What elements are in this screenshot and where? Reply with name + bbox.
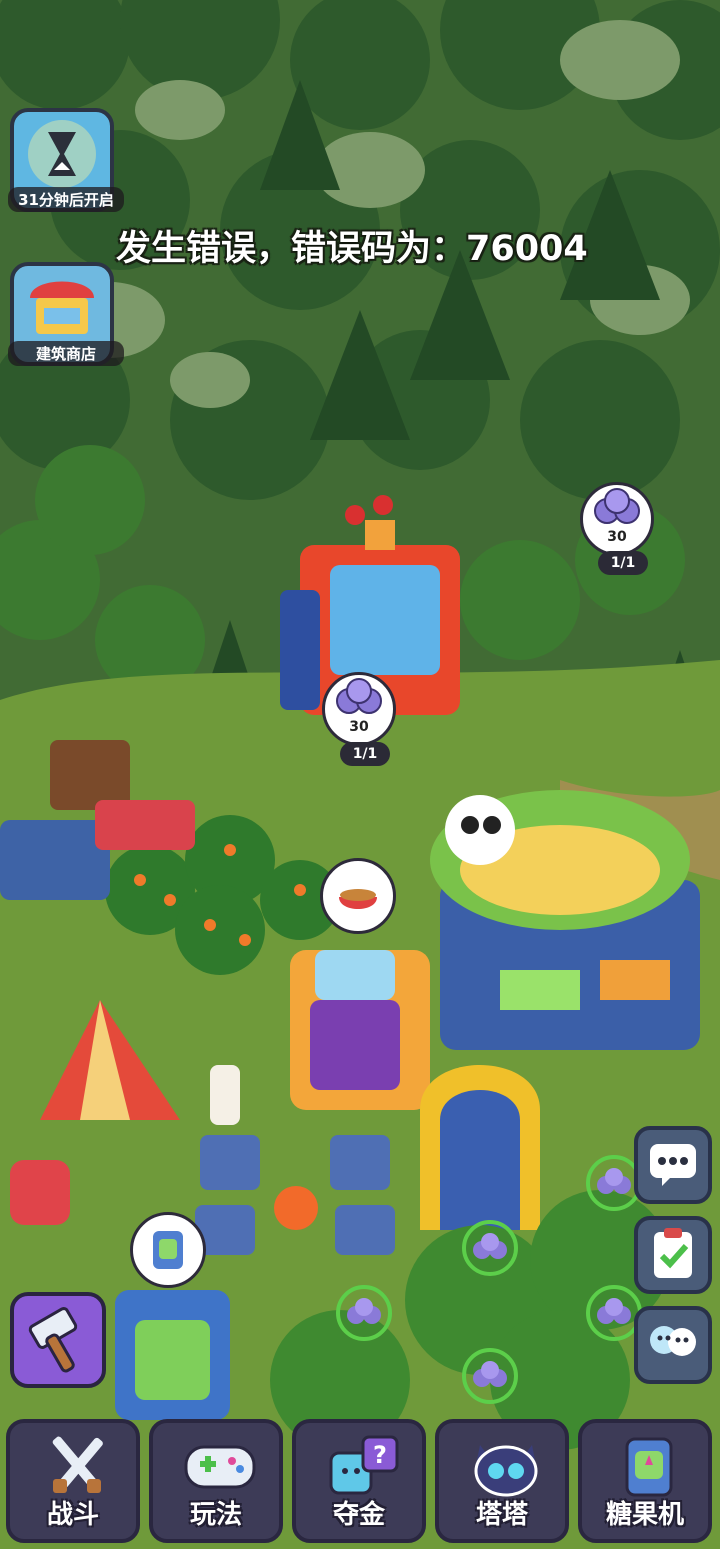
nav-gameplay[interactable]: 玩法 (149, 1419, 283, 1543)
bottom-nav: 战斗 玩法 ? 夺金 塔塔 糖果机 (0, 1413, 720, 1549)
resource-counter: 1/1 (598, 551, 648, 575)
svg-text:?: ? (373, 1441, 387, 1469)
orb-pickup-icon[interactable] (462, 1348, 518, 1404)
gamepad-icon (184, 1445, 256, 1489)
nav-gold-rush-label: 夺金 (332, 1500, 385, 1530)
orb-pickup-icon[interactable] (462, 1220, 518, 1276)
building-shop-label: 建筑商店 (8, 341, 124, 366)
candy-machine-bubble[interactable] (130, 1212, 206, 1288)
nav-gameplay-label: 玩法 (189, 1500, 242, 1530)
candy-machine-icon (153, 1231, 183, 1269)
candy-machine-icon (625, 1437, 673, 1497)
nav-battle[interactable]: 战斗 (6, 1419, 140, 1543)
resource-amount: 30 (607, 529, 627, 545)
friends-button[interactable] (634, 1306, 712, 1384)
chat-bubble-icon (650, 1144, 696, 1186)
resource-bubble[interactable]: 30 (322, 672, 396, 746)
crossed-swords-icon (52, 1436, 103, 1493)
error-message: 发生错误，错误码为：76004 (116, 229, 588, 269)
clipboard-check-icon (654, 1228, 692, 1278)
shop-stall-icon (30, 281, 94, 334)
nav-tata[interactable]: 塔塔 (435, 1419, 569, 1543)
mystery-box-icon: ? (329, 1435, 399, 1495)
purple-orbs-icon (594, 488, 640, 524)
resource-counter: 1/1 (340, 742, 390, 766)
cat-mascot-icon (474, 1445, 538, 1497)
nav-battle-label: 战斗 (46, 1500, 99, 1530)
nav-tata-label: 塔塔 (475, 1500, 528, 1530)
hammer-icon (28, 1307, 78, 1373)
nav-candy-machine-label: 糖果机 (605, 1500, 684, 1530)
resource-bubble[interactable]: 30 (580, 482, 654, 556)
resource-amount: 30 (349, 719, 369, 735)
timer-event-button[interactable]: 31分钟后开启 (8, 108, 124, 212)
build-hammer-button[interactable] (10, 1292, 106, 1388)
timer-event-label: 31分钟后开启 (8, 187, 124, 212)
building-shop-button[interactable]: 建筑商店 (8, 262, 124, 366)
tasks-button[interactable] (634, 1216, 712, 1294)
friends-icon (650, 1326, 696, 1356)
panda-kitchen-building (430, 790, 700, 1050)
pet-food-bubble[interactable] (320, 858, 396, 934)
nav-gold-rush[interactable]: ? 夺金 (292, 1419, 426, 1543)
chat-button[interactable] (634, 1126, 712, 1204)
nav-candy-machine[interactable]: 糖果机 (578, 1419, 712, 1543)
food-bowl-icon (339, 889, 377, 909)
purple-orbs-icon (336, 678, 382, 714)
hourglass-icon (28, 120, 96, 188)
pet-food-machine-building (290, 950, 430, 1110)
orb-pickup-icon[interactable] (336, 1285, 392, 1341)
